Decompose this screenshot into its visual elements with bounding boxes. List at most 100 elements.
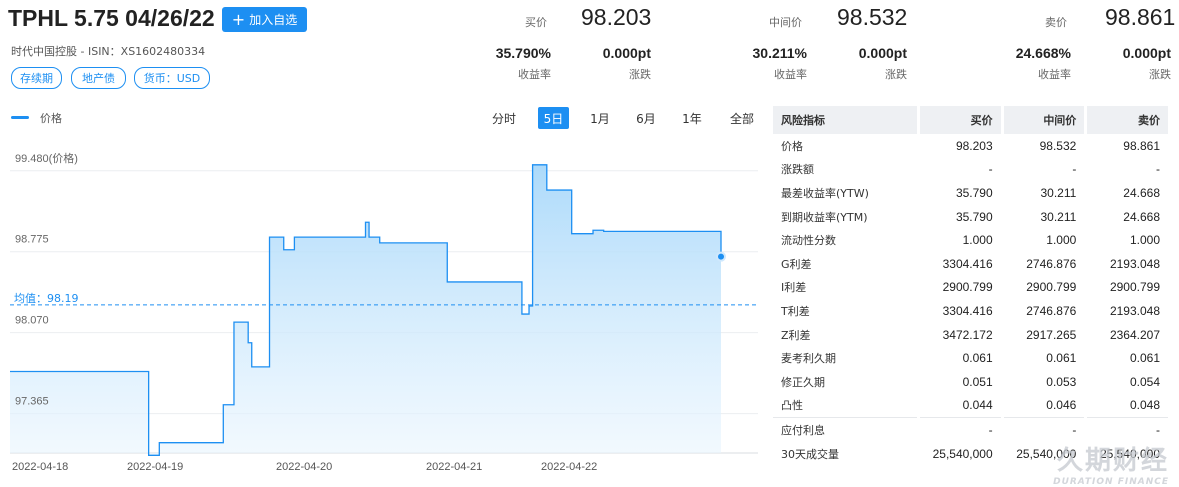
bid-price: 98.203 [581,4,652,30]
metric-name: G利差 [781,257,812,271]
tag-sector[interactable]: 地产债 [71,67,126,89]
mid-value: 0.053 [1046,374,1077,389]
bid-value: - [920,417,1001,442]
bid-value: 0.061 [962,351,993,366]
last-price-marker [716,251,726,262]
watermark-sub: DURATION FINANCE [1053,477,1169,487]
bid-change-label: 涨跌 [629,68,651,81]
mid-value: 0.061 [1046,351,1077,366]
table-row: I利差 2900.799 2900.799 2900.799 [773,276,1168,300]
add-to-watchlist-label: 加入自选 [249,13,298,27]
y-tick-label: 97.365 [15,396,49,408]
bid-label: 买价 [525,16,547,29]
bid-value: 35.790 [955,209,993,224]
ask-yield-label: 收益率 [1038,68,1071,81]
mid-yield: 30.211% [752,45,808,61]
ask-value: 24.668 [1123,185,1160,200]
x-tick-label: 2022-04-21 [426,461,482,473]
price-area [10,164,721,456]
metric-name: 麦考利久期 [781,352,836,366]
bid-value: - [988,162,993,177]
ask-change: 0.000pt [1122,45,1171,61]
price-chart[interactable]: 99.480(价格) 98.775 98.070 97.365 2022-04-18 2… [0,135,765,480]
metric-name: T利差 [781,304,810,318]
mid-value: 98.532 [1039,138,1077,153]
bid-yield: 35.790% [495,45,551,61]
metric-name: 30天成交量 [781,447,839,461]
ask-value: 0.061 [1129,351,1160,366]
table-row: 麦考利久期 0.061 0.061 0.061 [773,346,1168,370]
mid-yield-label: 收益率 [774,68,807,81]
table-row: 到期收益率(YTM) 35.790 30.211 24.668 [773,205,1168,229]
ask-change-label: 涨跌 [1149,68,1171,81]
mid-value: 2917.265 [1026,327,1077,342]
range-5d-button[interactable]: 5日 [538,107,569,129]
average-label: 均值：98.19 [14,292,79,305]
tag-status[interactable]: 存续期 [11,67,62,89]
x-tick-label: 2022-04-19 [127,461,183,473]
range-1m-button[interactable]: 1月 [586,107,614,129]
tag-currency[interactable]: 货币：USD [134,67,210,89]
range-all-button[interactable]: 全部 [726,107,758,129]
mid-change-label: 涨跌 [885,68,907,81]
header-mid: 中间价 [1003,106,1085,134]
bid-value: 3472.172 [942,327,993,342]
table-row: G利差 3304.416 2746.876 2193.048 [773,252,1168,276]
ask-value: 24.668 [1123,209,1160,224]
legend-swatch [11,116,29,119]
mid-change: 0.000pt [858,45,907,61]
metric-name: 最差收益率(YTW) [781,186,869,200]
watermark-main: 久期财经 [1056,446,1169,476]
table-header-row: 风险指标 买价 中间价 卖价 [773,106,1168,134]
metric-name: 修正久期 [781,375,825,389]
mid-label: 中间价 [769,16,802,29]
metric-name: Z利差 [781,328,811,342]
x-tick-label: 2022-04-18 [12,461,68,473]
bid-value: 25,540,000 [932,446,993,461]
bid-value: 98.203 [955,138,993,153]
table-row: 流动性分数 1.000 1.000 1.000 [773,228,1168,252]
add-to-watchlist-button[interactable]: + 加入自选 [222,7,307,32]
plus-icon: + [231,9,246,29]
ask-value: 2900.799 [1109,280,1160,295]
header-ask: 卖价 [1087,106,1168,134]
table-row: 最差收益率(YTW) 35.790 30.211 24.668 [773,181,1168,205]
range-intraday-button[interactable]: 分时 [487,107,521,129]
metric-name: 到期收益率(YTM) [781,210,868,224]
issuer-isin: 时代中国控股 - ISIN：XS1602480334 [11,45,206,58]
range-6m-button[interactable]: 6月 [632,107,660,129]
table-row: 凸性 0.044 0.046 0.048 [773,394,1168,418]
watermark: 久期财经 DURATION FINANCE [1053,440,1169,487]
mid-value: 1.000 [1046,233,1077,248]
metric-name: I利差 [781,281,807,295]
table-row: 应付利息 - - - [773,417,1168,442]
ask-label: 卖价 [1045,16,1067,29]
ask-value: 2193.048 [1109,303,1160,318]
table-row: 修正久期 0.051 0.053 0.054 [773,370,1168,394]
y-tick-label: 98.070 [15,315,49,327]
bid-value: 0.044 [962,398,993,413]
table-row: 涨跌额 - - - [773,158,1168,182]
bid-value: 1.000 [962,233,993,248]
mid-value: - [1072,162,1077,177]
y-tick-label: 99.480(价格) [15,151,78,165]
table-row: T利差 3304.416 2746.876 2193.048 [773,299,1168,323]
ask-value: 0.048 [1129,398,1160,413]
ask-value: - [1087,417,1168,442]
mid-value: 0.046 [1046,398,1077,413]
ask-value: 98.861 [1123,138,1160,153]
x-tick-label: 2022-04-22 [541,461,597,473]
bid-value: 35.790 [955,185,993,200]
mid-value: 2746.876 [1026,256,1077,271]
metric-name: 流动性分数 [781,234,836,248]
legend-label[interactable]: 价格 [40,110,62,126]
ask-price: 98.861 [1105,4,1176,30]
header-metric: 风险指标 [773,106,917,134]
mid-value: - [1003,417,1085,442]
bid-value: 0.051 [962,374,993,389]
range-1y-button[interactable]: 1年 [678,107,706,129]
bid-value: 2900.799 [942,280,993,295]
mid-price: 98.532 [837,4,908,30]
table-row: 价格 98.203 98.532 98.861 [773,134,1168,158]
bid-yield-label: 收益率 [518,68,551,81]
